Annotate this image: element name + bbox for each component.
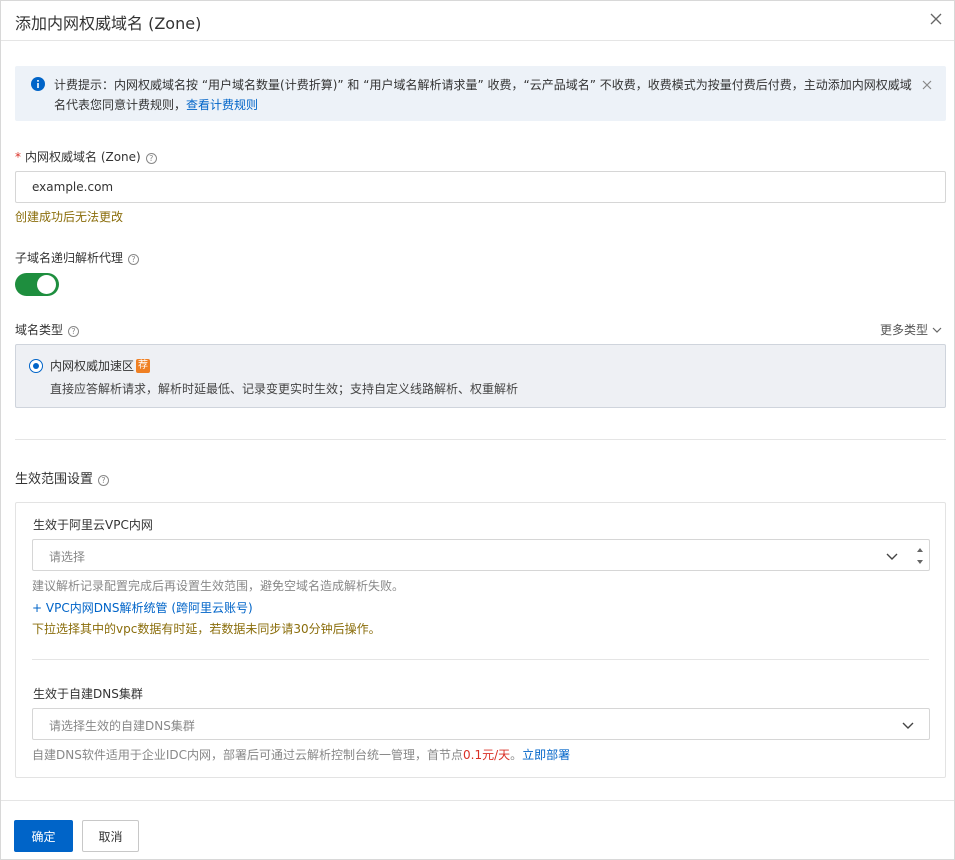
- recursion-toggle[interactable]: [15, 273, 59, 296]
- domain-type-label: 域名类型?: [15, 321, 80, 338]
- view-billing-rules-link[interactable]: 查看计费规则: [186, 98, 258, 112]
- dns-cluster-select-placeholder: 请选择生效的自建DNS集群: [49, 719, 195, 733]
- chevron-down-icon: [902, 719, 914, 733]
- domain-type-option-label: 内网权威加速区: [50, 359, 135, 373]
- question-circle-icon[interactable]: ?: [68, 326, 80, 337]
- domain-type-option-name: 内网权威加速区荐: [50, 357, 151, 374]
- deploy-now-link[interactable]: 立即部署: [522, 748, 570, 762]
- spinner-arrows-icon[interactable]: [915, 545, 925, 570]
- radio-selected-dot: [33, 363, 39, 369]
- toggle-knob: [37, 275, 56, 294]
- recursion-label-text: 子域名递归解析代理: [15, 251, 124, 265]
- vpc-scope-hint: 建议解析记录配置完成后再设置生效范围，避免空域名造成解析失败。: [32, 579, 405, 593]
- billing-notice-text: 计费提示：内网权威域名按 “用户域名数量(计费折算)” 和 “用户域名解析请求量…: [54, 75, 914, 115]
- domain-type-radio[interactable]: [29, 359, 43, 373]
- cancel-button[interactable]: 取消: [82, 820, 139, 852]
- scope-inner-divider: [32, 659, 929, 660]
- dns-hint-suffix: 。: [510, 748, 523, 762]
- more-types-toggle[interactable]: 更多类型: [880, 321, 942, 338]
- section-divider: [15, 439, 946, 440]
- vpc-select-placeholder: 请选择: [49, 550, 86, 564]
- notice-close-icon[interactable]: [922, 79, 932, 90]
- question-circle-icon[interactable]: ?: [145, 153, 157, 164]
- add-zone-dialog: 添加内网权威域名 (Zone) 计费提示：内网权威域名按 “用户域名数量(计费折…: [0, 0, 955, 860]
- dns-hint-prefix: 自建DNS软件适用于企业IDC内网，部署后可通过云解析控制台统一管理，首节点: [32, 748, 463, 762]
- dns-price: 0.1元/天: [463, 748, 511, 762]
- dialog-header: 添加内网权威域名 (Zone): [1, 1, 954, 41]
- zone-name-input[interactable]: [16, 172, 945, 202]
- zone-label-text: 内网权威域名 (Zone): [25, 150, 141, 164]
- billing-notice-body: 计费提示：内网权威域名按 “用户域名数量(计费折算)” 和 “用户域名解析请求量…: [54, 78, 912, 112]
- confirm-button[interactable]: 确定: [14, 820, 73, 852]
- more-types-label: 更多类型: [879, 323, 928, 337]
- dns-cluster-scope-label: 生效于自建DNS集群: [33, 687, 143, 701]
- zone-name-input-wrapper: [15, 171, 946, 203]
- info-circle-icon: [31, 77, 45, 91]
- zone-immutable-hint: 创建成功后无法更改: [15, 210, 124, 224]
- vpc-delay-hint: 下拉选择其中的vpc数据有时延，若数据未同步请30分钟后操作。: [32, 622, 381, 636]
- required-mark: *: [15, 150, 21, 164]
- domain-type-option-desc: 直接应答解析请求，解析时延最低、记录变更实时生效；支持自定义线路解析、权重解析: [50, 382, 519, 396]
- billing-notice: 计费提示：内网权威域名按 “用户域名数量(计费折算)” 和 “用户域名解析请求量…: [15, 66, 946, 121]
- vpc-scope-label: 生效于阿里云VPC内网: [33, 518, 153, 532]
- chevron-down-icon: [886, 550, 898, 564]
- dialog-title: 添加内网权威域名 (Zone): [15, 14, 202, 33]
- scope-title-text: 生效范围设置: [15, 472, 94, 487]
- question-circle-icon[interactable]: ?: [98, 475, 110, 486]
- question-circle-icon[interactable]: ?: [128, 254, 140, 265]
- vpc-dns-unified-management-link[interactable]: + VPC内网DNS解析统管 (跨阿里云账号): [32, 599, 253, 616]
- dns-cluster-select[interactable]: 请选择生效的自建DNS集群: [32, 708, 930, 740]
- dialog-footer: 确定 取消: [1, 800, 954, 860]
- recursion-field-label: 子域名递归解析代理?: [15, 249, 140, 266]
- zone-field-label: * 内网权威域名 (Zone)?: [15, 148, 157, 165]
- chevron-down-icon: [932, 322, 942, 336]
- dns-cluster-hint: 自建DNS软件适用于企业IDC内网，部署后可通过云解析控制台统一管理，首节点0.…: [32, 746, 570, 763]
- domain-type-option-accelerated[interactable]: 内网权威加速区荐 直接应答解析请求，解析时延最低、记录变更实时生效；支持自定义线…: [15, 344, 946, 408]
- domain-type-label-text: 域名类型: [15, 323, 64, 337]
- vpc-select[interactable]: 请选择: [32, 539, 930, 571]
- close-icon[interactable]: [928, 11, 944, 27]
- scope-section-title: 生效范围设置?: [15, 468, 110, 487]
- recommended-badge: 荐: [136, 359, 151, 373]
